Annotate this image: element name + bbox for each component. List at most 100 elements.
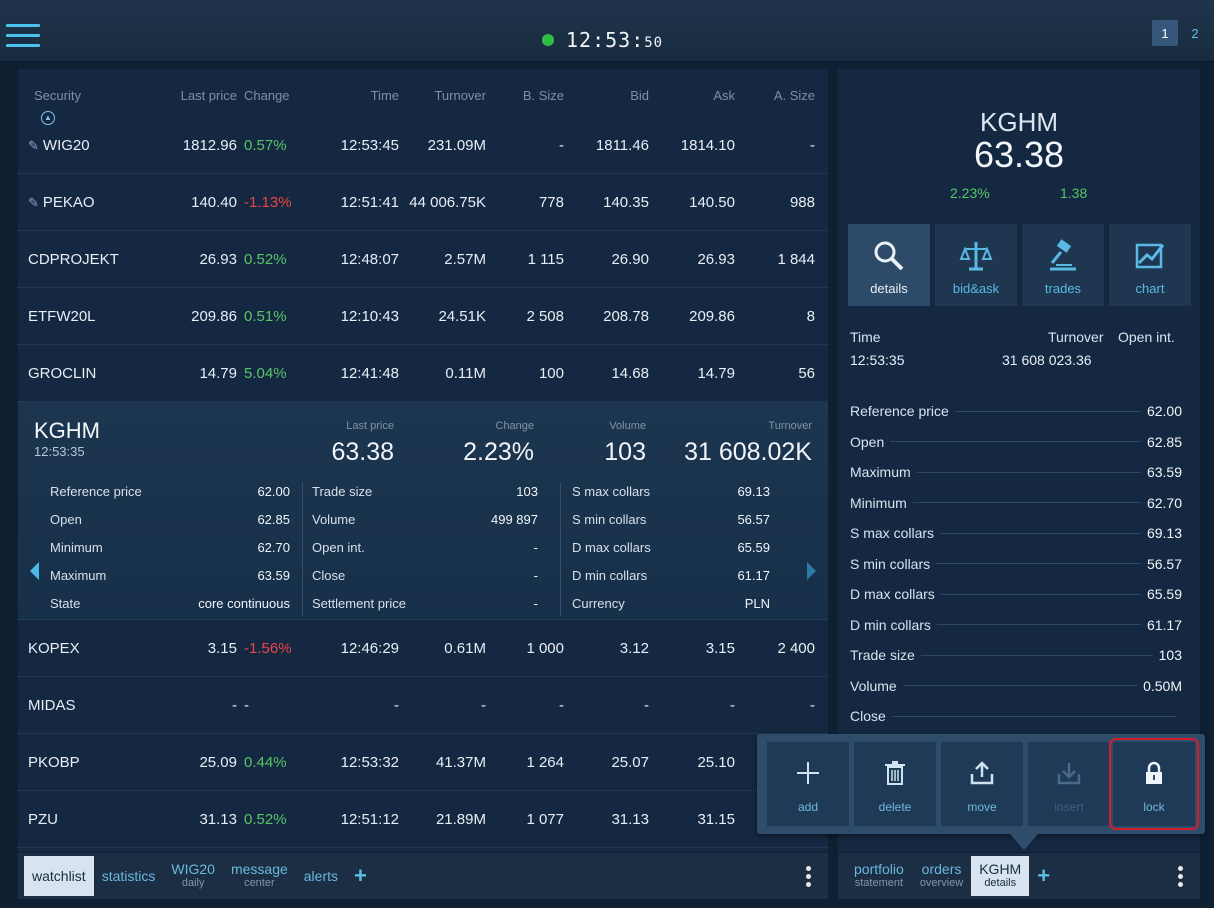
- table-row[interactable]: ✎ WIG20 1812.96 0.57% 12:53:45 231.09M -1811.4…: [18, 117, 828, 174]
- cell-ask-size: 988: [735, 194, 815, 211]
- cell-value: 12:51:41: [340, 193, 399, 211]
- tab-watchlist[interactable]: watchlist: [24, 856, 94, 896]
- insert-button[interactable]: insert: [1028, 742, 1110, 826]
- page-2-button[interactable]: 2: [1182, 20, 1208, 46]
- cell-value: 3.15: [705, 639, 735, 657]
- cell-value: 12:53:45: [340, 136, 399, 154]
- table-row[interactable]: PKOBP 25.09 0.44% 12:53:32 41.37M 1 264 25.07 2…: [18, 734, 828, 791]
- tab-sublabel: statement: [854, 877, 904, 889]
- detail-label: Minimum: [850, 494, 907, 511]
- cell-bid: 26.90: [564, 251, 649, 268]
- tab-alerts[interactable]: alerts: [296, 856, 346, 896]
- tab-chart[interactable]: chart: [1109, 224, 1191, 306]
- detail-label: Reference price: [850, 403, 949, 419]
- cell-value: -: [810, 696, 815, 714]
- more-options-icon[interactable]: [1178, 866, 1184, 890]
- tab-message[interactable]: message center: [223, 856, 296, 896]
- scales-icon: [959, 242, 993, 271]
- delete-button[interactable]: delete: [854, 742, 936, 826]
- detail-value: 62.85: [1146, 433, 1182, 450]
- col-bid[interactable]: Bid: [564, 88, 649, 117]
- tab-portfolio-statement[interactable]: portfolio statement: [846, 856, 912, 896]
- cell-last-price: 26.93: [148, 251, 237, 268]
- detail-value: 62.70: [257, 540, 290, 555]
- col-ask-size[interactable]: A. Size: [735, 88, 815, 117]
- cell-change: 0.52%: [237, 251, 317, 268]
- tab-label: orders: [921, 861, 962, 877]
- add-button[interactable]: add: [767, 742, 849, 826]
- detail-row: Close: [850, 703, 1182, 729]
- table-row[interactable]: ETFW20L 209.86 0.51% 12:10:43 24.51K 2 508 208…: [18, 288, 828, 345]
- cell-turnover: 41.37M: [399, 754, 486, 771]
- cell-ask-size: 8: [735, 308, 815, 325]
- detail-label: State: [50, 596, 81, 611]
- cell-value: 3.12: [619, 639, 649, 657]
- table-row[interactable]: GROCLIN 14.79 5.04% 12:41:48 0.11M 100 14.68 14…: [18, 345, 828, 402]
- previous-arrow-icon[interactable]: [30, 562, 39, 580]
- more-options-icon[interactable]: [806, 866, 812, 890]
- detail-value: 62.00: [1146, 403, 1182, 419]
- cell-ask: 209.86: [649, 308, 735, 325]
- cell-time: 12:53:32: [317, 754, 399, 771]
- tab-kghm-details[interactable]: KGHM details: [971, 856, 1030, 896]
- detail-value: 63.59: [257, 568, 290, 583]
- tab-label: watchlist: [32, 868, 86, 884]
- row-actions-popup: add delete move insert lock: [757, 734, 1205, 834]
- table-row[interactable]: CDPROJEKT 26.93 0.52% 12:48:07 2.57M 1 115 26.…: [18, 231, 828, 288]
- detail-row: Reference price 62.00: [850, 398, 1182, 424]
- next-arrow-icon[interactable]: [807, 562, 816, 580]
- menu-icon[interactable]: [6, 24, 40, 47]
- connection-status-icon: [542, 33, 554, 46]
- table-row[interactable]: MIDAS - - - - - - - -: [18, 677, 828, 734]
- detail-value: 56.57: [737, 512, 770, 527]
- tab-trades[interactable]: trades: [1022, 224, 1104, 306]
- expanded-security-row[interactable]: KGHM 12:53:35 Last price 63.38 Change 2.…: [18, 402, 828, 620]
- sort-up-icon[interactable]: ▲: [41, 111, 55, 125]
- table-row[interactable]: KOPEX 3.15 -1.56% 12:46:29 0.61M 1 000 3.12 3.1…: [18, 620, 828, 677]
- cell-value: KOPEX: [28, 639, 80, 657]
- delete-label: delete: [878, 800, 912, 814]
- cell-ask: 26.93: [649, 251, 735, 268]
- detail-label: D min collars: [850, 616, 931, 633]
- cell-value: 0.61M: [444, 639, 486, 657]
- cell-change: 0.51%: [237, 308, 317, 325]
- tab-orders-overview[interactable]: orders overview: [912, 856, 971, 896]
- add-tab-icon[interactable]: +: [1029, 863, 1058, 889]
- col-bid-size[interactable]: B. Size: [486, 88, 564, 117]
- leader-line: [954, 410, 1141, 412]
- cell-value: WIG20: [42, 136, 90, 154]
- leader-line: [890, 441, 1141, 442]
- page-1-button[interactable]: 1: [1152, 20, 1178, 46]
- cell-turnover: 44 006.75K: [399, 194, 486, 211]
- tab-wig20[interactable]: WIG20 daily: [163, 856, 223, 896]
- turnover-value: 31 608.02K: [684, 438, 812, 466]
- col-security[interactable]: Security: [18, 88, 148, 117]
- tab-bid-ask[interactable]: bid&ask: [935, 224, 1017, 306]
- table-row[interactable]: ✎ PEKAO 140.40 -1.13% 12:51:41 44 006.75K 778 1…: [18, 174, 828, 231]
- detail-value: 65.59: [1146, 586, 1182, 602]
- col-time[interactable]: Time: [317, 88, 399, 117]
- cell-value: 1 844: [777, 250, 815, 268]
- move-button[interactable]: move: [941, 742, 1023, 826]
- cell-ask-size: 1 844: [735, 251, 815, 268]
- col-change[interactable]: Change: [237, 88, 317, 117]
- detail-row: Trade size 103: [850, 642, 1182, 668]
- tab-statistics[interactable]: statistics: [94, 856, 164, 896]
- cell-value: 26.93: [199, 250, 237, 268]
- col-ask[interactable]: Ask: [649, 88, 735, 117]
- table-row[interactable]: PZU 31.13 0.52% 12:51:12 21.89M 1 077 31.13 31.…: [18, 791, 828, 848]
- cell-bid: 3.12: [564, 640, 649, 657]
- security-price: 63.38: [973, 134, 1065, 175]
- cell-value: 0.44%: [244, 753, 287, 771]
- tab-details[interactable]: details: [848, 224, 930, 306]
- cell-security-name: CDPROJEKT: [18, 251, 148, 268]
- lock-button[interactable]: lock: [1113, 742, 1195, 826]
- download-icon: [1057, 763, 1081, 785]
- add-tab-icon[interactable]: +: [346, 863, 375, 889]
- col-turnover[interactable]: Turnover: [399, 88, 486, 117]
- col-last-price[interactable]: Last price: [148, 88, 237, 117]
- detail-value: core continuous: [198, 596, 290, 611]
- detail-value: -: [533, 596, 538, 611]
- upload-icon: [970, 761, 994, 785]
- chart-icon: [1135, 243, 1165, 269]
